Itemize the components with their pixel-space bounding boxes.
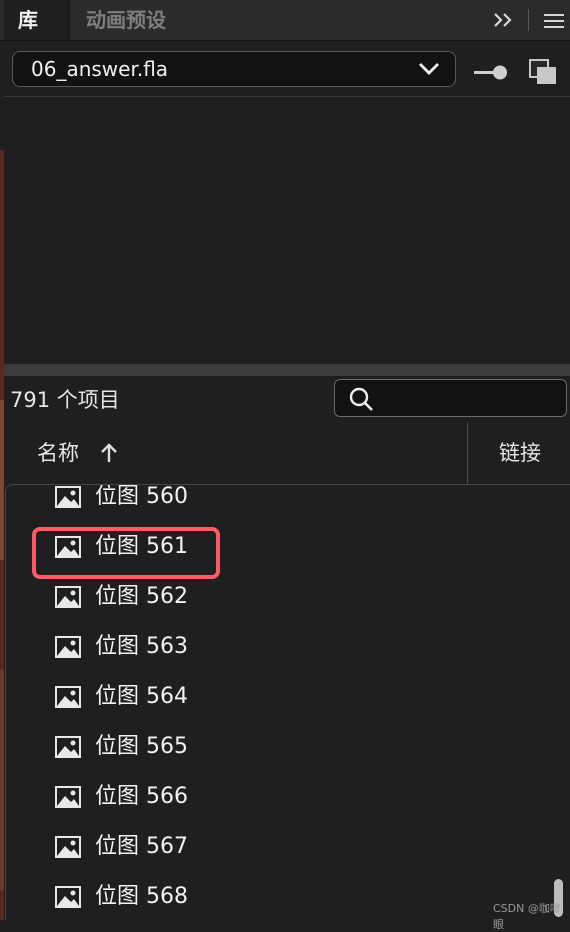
bitmap-icon [55,486,81,508]
list-item-label: 位图 563 [95,634,188,659]
item-count: 791 个项目 [10,388,120,412]
bitmap-icon [55,586,81,608]
list-item-label: 位图 560 [95,484,188,509]
highlight-box [32,527,220,579]
search-field[interactable] [334,379,567,417]
tab-library[interactable]: 库 [4,0,70,40]
list-item[interactable]: 位图 566 [6,773,546,823]
document-select[interactable]: 06_answer.fla [12,51,456,87]
bitmap-icon [55,886,81,908]
column-name-header[interactable]: 名称 [37,422,79,484]
pin-library-icon[interactable] [472,60,510,84]
search-icon [349,387,373,411]
panel-tab-bar: 库 动画预设 [0,0,570,41]
bitmap-icon [55,836,81,858]
search-input[interactable] [381,384,560,414]
bitmap-icon [55,686,81,708]
list-item[interactable]: 位图 565 [6,723,546,773]
list-item[interactable]: 位图 564 [6,673,546,723]
column-linkage-header[interactable]: 链接 [499,422,541,484]
list-item[interactable]: 位图 563 [6,623,546,673]
preview-area [4,97,570,364]
list-item[interactable]: 位图 567 [6,823,546,873]
list-item-label: 位图 566 [95,784,188,809]
list-item-label: 位图 567 [95,834,188,859]
list-item-label: 位图 565 [95,734,188,759]
bitmap-icon [55,636,81,658]
expand-panel-icon[interactable] [492,10,516,30]
list-item-label: 位图 564 [95,684,188,709]
list-item[interactable]: 位图 568 [6,873,546,920]
column-separator[interactable] [467,422,468,484]
bitmap-icon [55,736,81,758]
preview-resize-handle[interactable] [4,364,570,376]
list-item-label: 位图 568 [95,884,188,909]
list-item[interactable]: 位图 560 [6,484,546,523]
chevron-down-icon [419,63,439,75]
list-item[interactable]: 位图 562 [6,573,546,623]
document-select-value: 06_answer.fla [31,57,169,81]
tab-motion-presets[interactable]: 动画预设 [86,0,166,40]
watermark: CSDN @咖啡眼 [493,902,561,931]
list-item-label: 位图 562 [95,584,188,609]
column-header: 名称 链接 [4,422,570,484]
library-item-list: 位图 560 位图 561 位图 562 位图 563 位图 564 位图 56… [5,484,570,920]
panel-menu-icon[interactable] [542,12,566,30]
bitmap-icon [55,786,81,808]
tab-bar-separator [528,9,529,31]
new-library-panel-icon[interactable] [528,58,558,86]
sort-ascending-icon[interactable] [99,442,119,464]
